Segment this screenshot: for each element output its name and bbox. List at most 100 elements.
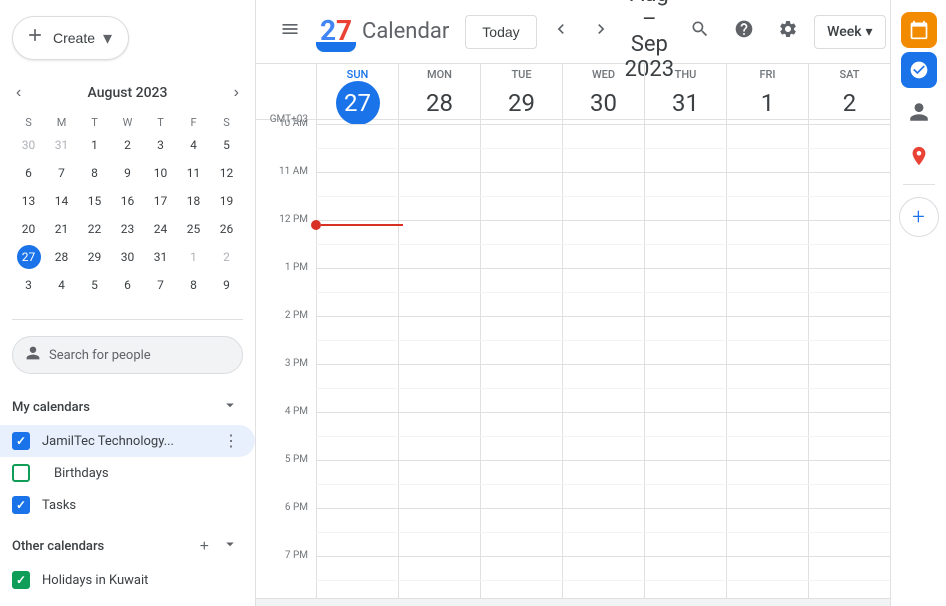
main-content: 2 7 Calendar Today Aug – Sep 2023 Week	[256, 0, 890, 606]
mini-cal-day[interactable]: 7	[144, 271, 177, 299]
time-column-0[interactable]	[316, 120, 398, 598]
other-calendars-title: Other calendars	[12, 539, 104, 554]
half-hour-line-5	[316, 340, 890, 341]
time-label-5: 2 PM	[256, 310, 316, 358]
other-calendars-header[interactable]: Other calendars +	[0, 529, 255, 564]
mini-cal-day[interactable]: 4	[45, 271, 78, 299]
horizontal-scrollbar[interactable]	[256, 598, 890, 606]
time-label-4: 1 PM	[256, 262, 316, 310]
mini-cal-day[interactable]: 19	[210, 187, 243, 215]
mini-cal-day[interactable]: 5	[78, 271, 111, 299]
time-label-6: 3 PM	[256, 358, 316, 406]
mini-cal-day[interactable]: 30	[12, 131, 45, 159]
mini-cal-day[interactable]: 13	[12, 187, 45, 215]
mini-cal-day[interactable]: 1	[78, 131, 111, 159]
calendar-item-tasks[interactable]: ✓ Tasks ⋮	[0, 489, 255, 521]
create-button[interactable]: Create ▾	[12, 16, 129, 60]
jamiltec-name: JamilTec Technology...	[42, 434, 219, 449]
mini-cal-day[interactable]: 2	[111, 131, 144, 159]
right-people-button[interactable]	[899, 92, 939, 132]
mini-cal-day[interactable]: 26	[210, 215, 243, 243]
mini-cal-day[interactable]: 31	[144, 243, 177, 271]
right-maps-button[interactable]	[899, 136, 939, 176]
mini-cal-day[interactable]: 2	[210, 243, 243, 271]
mini-cal-day[interactable]: 23	[111, 215, 144, 243]
mini-cal-day[interactable]: 16	[111, 187, 144, 215]
mini-cal-day[interactable]: 6	[12, 159, 45, 187]
help-button[interactable]	[726, 11, 762, 53]
time-label-7: 4 PM	[256, 406, 316, 454]
settings-button[interactable]	[770, 11, 806, 53]
day-headers-row: GMT+03 SUN27MON28TUE29WED30THU31FRI1SAT2	[256, 64, 890, 120]
mini-cal-next[interactable]: ›	[230, 80, 243, 106]
time-column-6[interactable]	[808, 120, 890, 598]
right-tasks-button[interactable]	[901, 52, 937, 88]
half-hour-line-2	[316, 196, 890, 197]
calendar-item-holidays[interactable]: ✓ Holidays in Kuwait ⋮	[0, 564, 255, 596]
next-period-button[interactable]	[585, 13, 617, 51]
mini-cal-day[interactable]: 15	[78, 187, 111, 215]
calendar-item-jamiltec[interactable]: ✓ JamilTec Technology... ⋮	[0, 425, 255, 457]
calendar-item-birthdays[interactable]: Birthdays ⋮	[0, 457, 255, 489]
time-row-line-2	[316, 172, 890, 173]
time-row-line-8	[316, 460, 890, 461]
mini-cal-day[interactable]: 11	[177, 159, 210, 187]
app-name: Calendar	[362, 19, 449, 44]
sidebar-divider	[12, 319, 243, 320]
time-columns[interactable]	[316, 120, 890, 598]
mini-cal-prev[interactable]: ‹	[12, 80, 25, 106]
time-grid-inner: 9 AM10 AM11 AM12 PM1 PM2 PM3 PM4 PM5 PM6…	[256, 120, 890, 598]
mini-cal-day[interactable]: 31	[45, 131, 78, 159]
search-people-input[interactable]: Search for people	[12, 336, 243, 374]
my-calendars-collapse[interactable]	[217, 394, 243, 421]
time-column-3[interactable]	[562, 120, 644, 598]
mini-cal-day[interactable]: 3	[144, 131, 177, 159]
other-calendars-add[interactable]: +	[196, 536, 213, 558]
time-row-line-4	[316, 268, 890, 269]
other-calendars-actions: +	[196, 533, 243, 560]
mini-cal-day[interactable]: 17	[144, 187, 177, 215]
mini-cal-day[interactable]: 9	[210, 271, 243, 299]
mini-cal-day[interactable]: 4	[177, 131, 210, 159]
mini-cal-day[interactable]: 3	[12, 271, 45, 299]
half-hour-line-7	[316, 436, 890, 437]
time-column-5[interactable]	[726, 120, 808, 598]
mini-cal-day[interactable]: 25	[177, 215, 210, 243]
app-logo: 2 7 Calendar	[316, 12, 449, 52]
mini-cal-day[interactable]: 28	[45, 243, 78, 271]
time-row-line-1	[316, 124, 890, 125]
today-button[interactable]: Today	[465, 15, 536, 49]
time-column-4[interactable]	[644, 120, 726, 598]
jamiltec-more-button[interactable]: ⋮	[219, 429, 243, 453]
right-calendar-button[interactable]	[901, 12, 937, 48]
mini-cal-day[interactable]: 6	[111, 271, 144, 299]
search-button[interactable]	[682, 11, 718, 53]
mini-cal-day[interactable]: 18	[177, 187, 210, 215]
right-panel-add-button[interactable]: +	[899, 197, 939, 237]
mini-cal-day[interactable]: 14	[45, 187, 78, 215]
mini-cal-day[interactable]: 5	[210, 131, 243, 159]
mini-cal-day[interactable]: 8	[177, 271, 210, 299]
prev-period-button[interactable]	[545, 13, 577, 51]
mini-cal-day[interactable]: 27	[12, 243, 45, 271]
view-select[interactable]: Week ▾	[814, 15, 885, 49]
mini-cal-day[interactable]: 7	[45, 159, 78, 187]
time-column-1[interactable]	[398, 120, 480, 598]
mini-cal-day[interactable]: 21	[45, 215, 78, 243]
mini-cal-day[interactable]: 29	[78, 243, 111, 271]
mini-cal-day[interactable]: 24	[144, 215, 177, 243]
other-calendars-section: Other calendars + ✓ Holidays in Kuwait ⋮	[0, 529, 255, 596]
time-column-2[interactable]	[480, 120, 562, 598]
other-calendars-collapse[interactable]	[217, 533, 243, 560]
my-calendars-header[interactable]: My calendars	[0, 390, 255, 425]
time-grid-scroll[interactable]: 9 AM10 AM11 AM12 PM1 PM2 PM3 PM4 PM5 PM6…	[256, 120, 890, 598]
mini-cal-day[interactable]: 8	[78, 159, 111, 187]
mini-cal-day[interactable]: 1	[177, 243, 210, 271]
mini-cal-day[interactable]: 30	[111, 243, 144, 271]
mini-cal-day[interactable]: 10	[144, 159, 177, 187]
hamburger-button[interactable]	[272, 11, 308, 53]
mini-cal-day[interactable]: 20	[12, 215, 45, 243]
mini-cal-day[interactable]: 9	[111, 159, 144, 187]
mini-cal-day[interactable]: 22	[78, 215, 111, 243]
mini-cal-day[interactable]: 12	[210, 159, 243, 187]
